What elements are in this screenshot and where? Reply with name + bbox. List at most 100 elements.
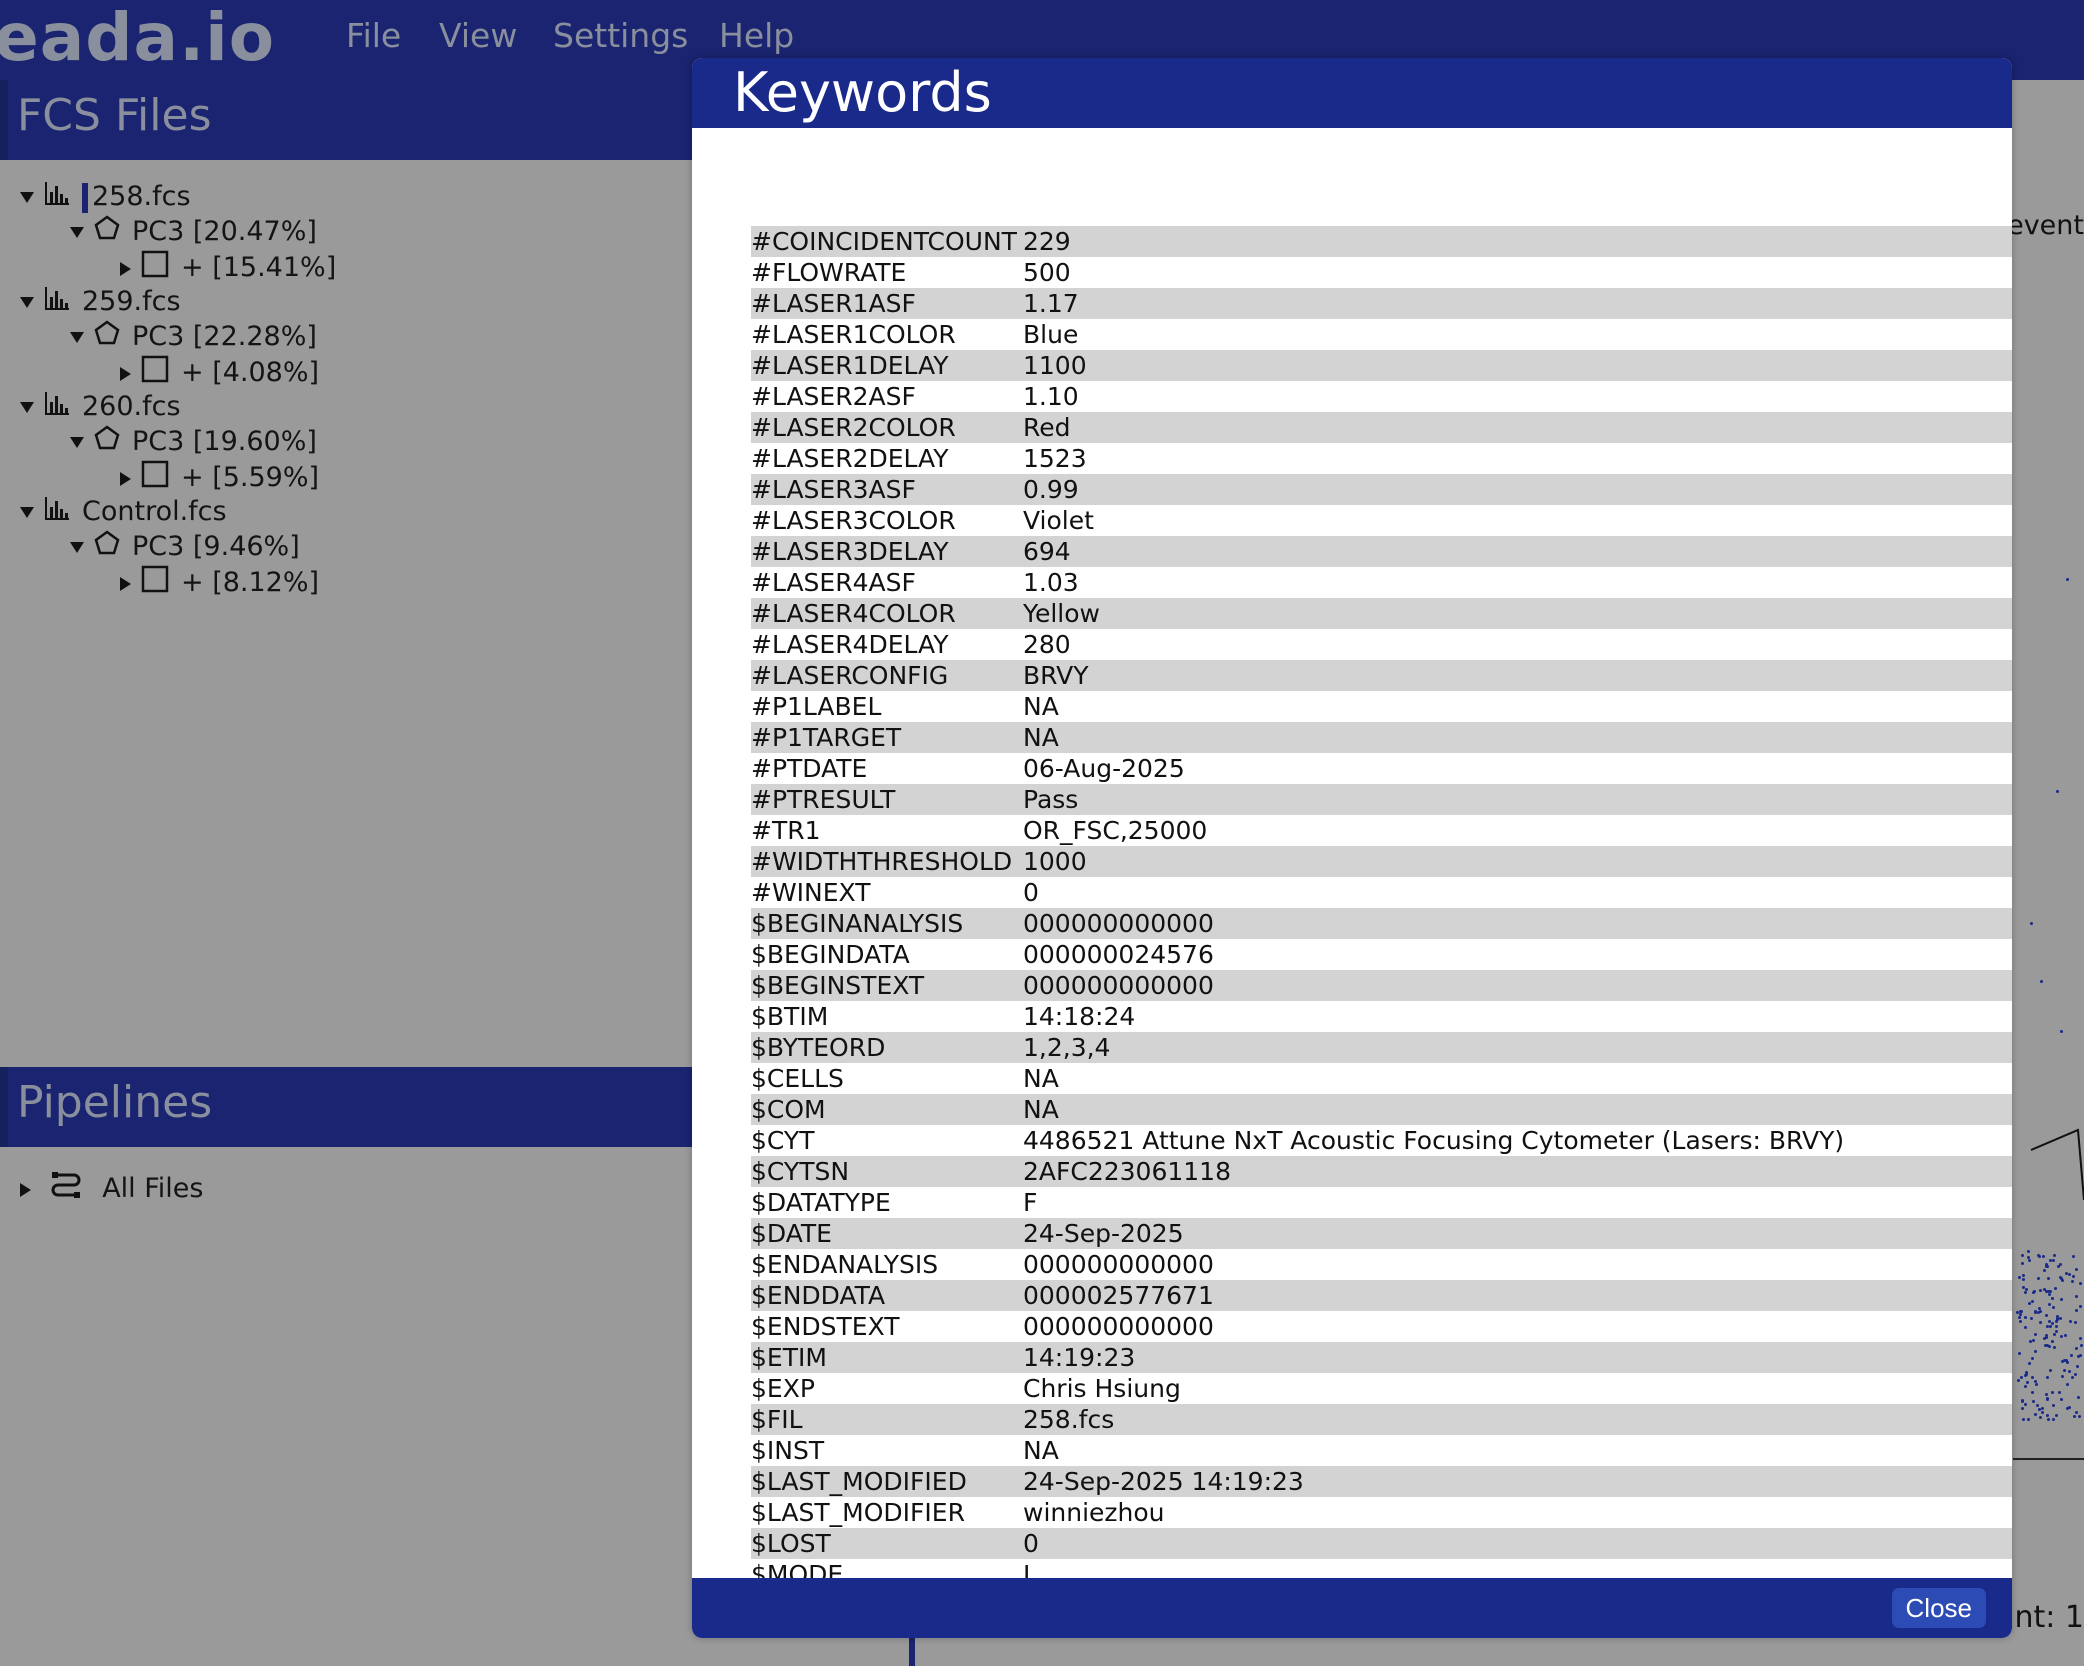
keyword-row: $ETIM 14:19:23	[751, 1342, 2012, 1373]
subgate-item[interactable]: + [5.59%]	[120, 460, 319, 494]
close-button[interactable]: Close	[1891, 1588, 1986, 1628]
gate-item[interactable]: PC3 [20.47%]	[70, 215, 317, 249]
fcs-file-item[interactable]: Control.fcs	[20, 495, 227, 529]
keyword-row: $EXP Chris Hsiung	[751, 1373, 2012, 1404]
scatter-point	[2026, 1250, 2030, 1254]
expand-caret-icon[interactable]	[20, 1182, 31, 1197]
keyword-value: 000002577671	[1023, 1280, 2012, 1311]
menu-help[interactable]: Help	[719, 14, 794, 58]
keyword-row: $CYT 4486521 Attune NxT Acoustic Focusing…	[751, 1125, 2012, 1156]
subgate-item[interactable]: + [4.08%]	[120, 355, 319, 389]
scatter-point	[2060, 1278, 2064, 1282]
scatter-point	[2024, 1370, 2028, 1374]
keyword-key: #FLOWRATE	[751, 257, 1023, 288]
keyword-key: #WIDTHTHRESHOLD	[751, 846, 1023, 877]
rectangle-gate-icon	[141, 355, 169, 392]
scatter-point	[2070, 1376, 2074, 1380]
keyword-key: $DATATYPE	[751, 1187, 1023, 1218]
polygon-gate-icon	[94, 530, 120, 565]
keyword-value: 0	[1023, 1528, 2012, 1559]
selection-indicator	[82, 182, 88, 213]
collapse-caret-icon[interactable]	[70, 542, 84, 553]
keyword-row: #LASER1DELAY 1100	[751, 350, 2012, 381]
keyword-key: #LASER2COLOR	[751, 412, 1023, 443]
keyword-value: 1523	[1023, 443, 2012, 474]
polygon-gate-icon	[94, 215, 120, 250]
scatter-point	[2042, 1287, 2046, 1291]
keyword-key: $BEGINSTEXT	[751, 970, 1023, 1001]
keyword-value: 000000000000	[1023, 908, 2012, 939]
keyword-row: #LASERCONFIG BRVY	[751, 660, 2012, 691]
scatter-point	[2032, 1338, 2036, 1342]
expand-caret-icon[interactable]	[120, 366, 131, 381]
keyword-value: 000000000000	[1023, 970, 2012, 1001]
keyword-key: #LASER2DELAY	[751, 443, 1023, 474]
collapse-caret-icon[interactable]	[20, 192, 34, 203]
modal-title: Keywords	[733, 61, 992, 124]
scatter-point	[2027, 1417, 2031, 1421]
scatter-point	[2050, 1321, 2054, 1325]
events-label: event	[2007, 210, 2084, 241]
modal-body[interactable]: #COINCIDENTCOUNT 229 #FLOWRATE 500 #LASER1AS…	[692, 128, 2012, 1638]
expand-caret-icon[interactable]	[120, 471, 131, 486]
menu-settings[interactable]: Settings	[553, 14, 688, 58]
scatter-point	[2045, 1396, 2049, 1400]
count-label: nt: 1	[2014, 1600, 2084, 1635]
subgate-item[interactable]: + [8.12%]	[120, 565, 319, 599]
collapse-caret-icon[interactable]	[20, 507, 34, 518]
keyword-key: #COINCIDENTCOUNT	[751, 226, 1023, 257]
rectangle-gate-icon	[141, 565, 169, 602]
keyword-value: NA	[1023, 691, 2012, 722]
collapse-caret-icon[interactable]	[20, 297, 34, 308]
keyword-row: #FLOWRATE 500	[751, 257, 2012, 288]
keyword-value: Red	[1023, 412, 2012, 443]
collapse-caret-icon[interactable]	[70, 332, 84, 343]
histogram-icon	[44, 285, 70, 320]
gate-item[interactable]: PC3 [19.60%]	[70, 425, 317, 459]
collapse-caret-icon[interactable]	[70, 227, 84, 238]
fcs-files-header: FCS Files	[0, 80, 693, 160]
fcs-file-item[interactable]: 260.fcs	[20, 390, 181, 424]
keyword-key: $ETIM	[751, 1342, 1023, 1373]
collapse-caret-icon[interactable]	[70, 437, 84, 448]
gate-item[interactable]: PC3 [22.28%]	[70, 320, 317, 354]
keyword-row: $CYTSN 2AFC223061118	[751, 1156, 2012, 1187]
scatter-point	[2031, 1356, 2035, 1360]
scatter-point	[2066, 578, 2069, 581]
keyword-key: #LASER1COLOR	[751, 319, 1023, 350]
scatter-point	[2044, 1392, 2048, 1396]
keyword-row: $LOST 0	[751, 1528, 2012, 1559]
scatter-point	[2065, 1407, 2069, 1411]
keyword-row: #LASER4COLOR Yellow	[751, 598, 2012, 629]
keyword-key: $BYTEORD	[751, 1032, 1023, 1063]
keyword-row: #LASER3DELAY 694	[751, 536, 2012, 567]
expand-caret-icon[interactable]	[120, 576, 131, 591]
collapse-caret-icon[interactable]	[20, 402, 34, 413]
pipelines-title: Pipelines	[17, 1077, 213, 1128]
fcs-file-item[interactable]: 258.fcs	[20, 180, 191, 214]
keyword-row: $FIL 258.fcs	[751, 1404, 2012, 1435]
keyword-value: 000000000000	[1023, 1249, 2012, 1280]
keyword-key: #P1LABEL	[751, 691, 1023, 722]
keyword-key: $ENDANALYSIS	[751, 1249, 1023, 1280]
scatter-point	[2059, 1316, 2063, 1320]
expand-caret-icon[interactable]	[120, 261, 131, 276]
menu-file[interactable]: File	[346, 14, 401, 58]
scatter-point	[2023, 1325, 2027, 1329]
polygon-gate-icon	[94, 425, 120, 460]
scatter-point	[2033, 1412, 2037, 1416]
keyword-value: Yellow	[1023, 598, 2012, 629]
fcs-file-name: Control.fcs	[82, 496, 227, 527]
subgate-item[interactable]: + [15.41%]	[120, 250, 336, 284]
keyword-value: 500	[1023, 257, 2012, 288]
keyword-value: Violet	[1023, 505, 2012, 536]
fcs-file-item[interactable]: 259.fcs	[20, 285, 181, 319]
keyword-value: 0	[1023, 877, 2012, 908]
keyword-row: $DATE 24-Sep-2025	[751, 1218, 2012, 1249]
scatter-point	[2021, 1274, 2025, 1278]
polygon-gate-icon	[94, 320, 120, 355]
pipeline-item-all-files[interactable]: All Files	[20, 1170, 204, 1204]
menu-view[interactable]: View	[439, 14, 517, 58]
gate-item[interactable]: PC3 [9.46%]	[70, 530, 300, 564]
keyword-key: $INST	[751, 1435, 1023, 1466]
